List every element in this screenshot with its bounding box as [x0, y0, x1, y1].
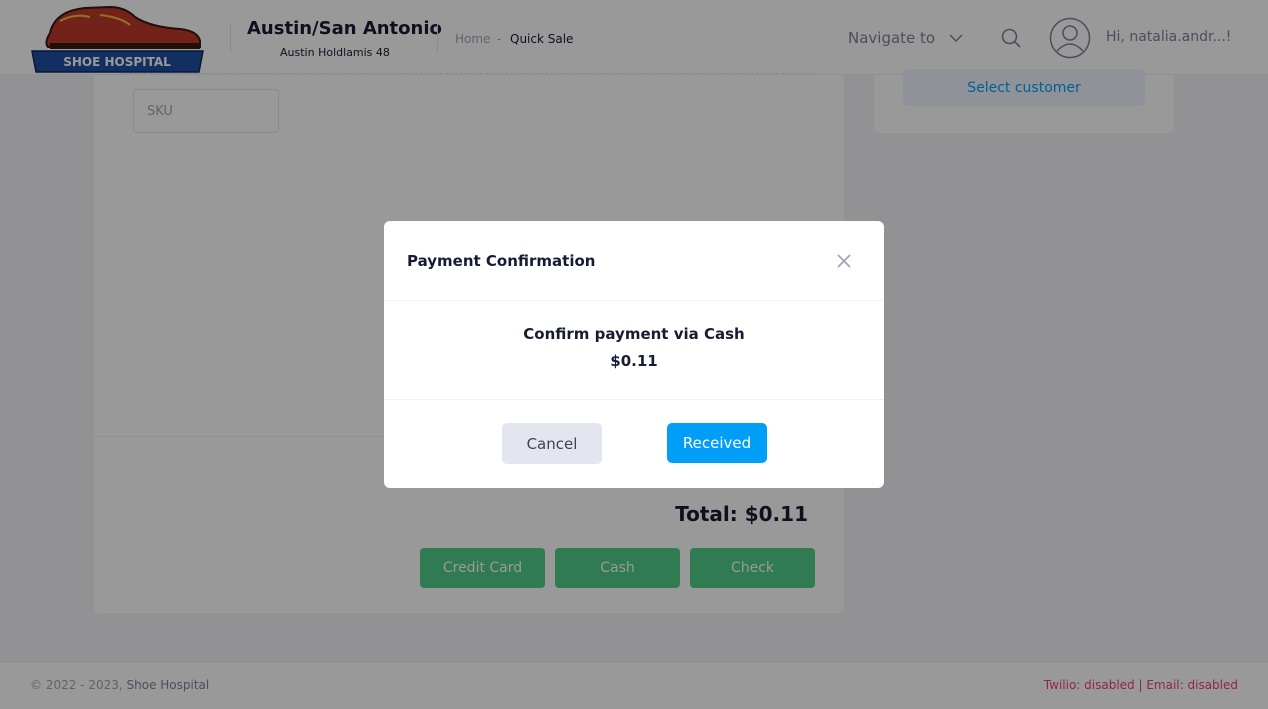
confirm-amount: $0.11: [610, 352, 658, 370]
modal-body: Confirm payment via Cash $0.11: [384, 301, 884, 400]
modal-header: Payment Confirmation: [384, 221, 884, 301]
cancel-button[interactable]: Cancel: [502, 423, 602, 464]
modal-title: Payment Confirmation: [407, 252, 596, 270]
confirm-message: Confirm payment via Cash: [523, 325, 745, 343]
payment-confirmation-modal: Payment Confirmation Confirm payment via…: [384, 221, 884, 488]
close-icon[interactable]: [835, 252, 853, 270]
received-button[interactable]: Received: [667, 423, 767, 463]
